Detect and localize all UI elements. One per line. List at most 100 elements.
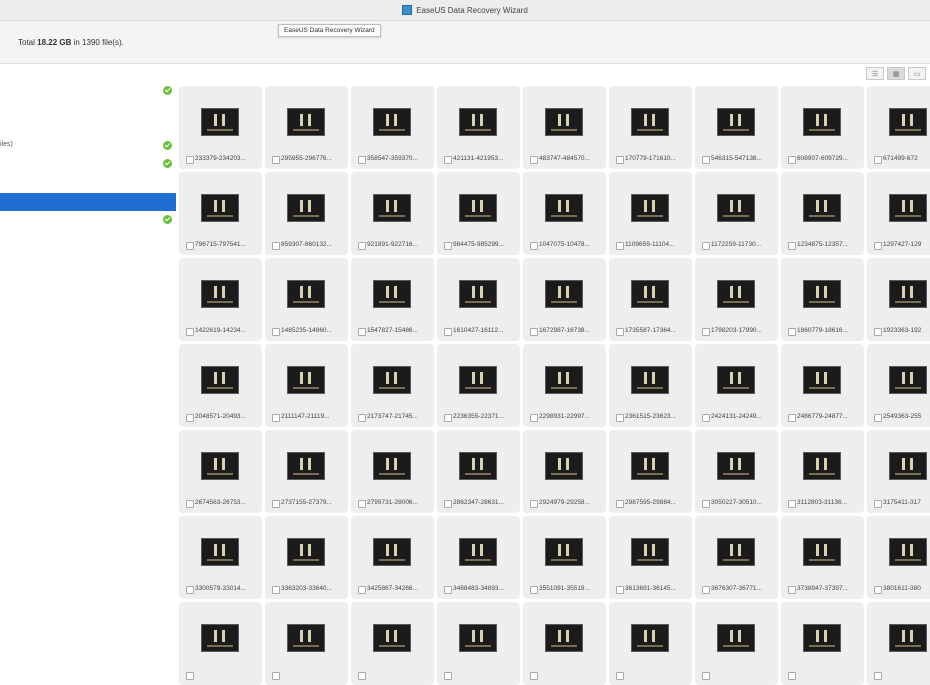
file-checkbox[interactable] (444, 242, 452, 250)
file-checkbox[interactable] (702, 586, 710, 594)
file-checkbox[interactable] (186, 328, 194, 336)
file-thumbnail[interactable]: 1735587-17364... (609, 258, 692, 341)
file-checkbox[interactable] (358, 414, 366, 422)
file-checkbox[interactable] (874, 242, 882, 250)
file-thumbnail[interactable] (179, 602, 262, 685)
list-view-icon[interactable]: ☰ (866, 67, 884, 80)
file-checkbox[interactable] (616, 586, 624, 594)
file-thumbnail[interactable]: 421131-421953... (437, 86, 520, 169)
file-checkbox[interactable] (788, 242, 796, 250)
file-checkbox[interactable] (272, 586, 280, 594)
file-checkbox[interactable] (358, 500, 366, 508)
file-checkbox[interactable] (788, 328, 796, 336)
file-thumbnail[interactable] (523, 602, 606, 685)
file-thumbnail[interactable]: 3175411-317 (867, 430, 930, 513)
file-thumbnail[interactable]: 1547827-15486... (351, 258, 434, 341)
file-thumbnail[interactable] (351, 602, 434, 685)
file-checkbox[interactable] (444, 672, 452, 680)
file-thumbnail[interactable] (265, 602, 348, 685)
file-thumbnail[interactable] (781, 602, 864, 685)
file-thumbnail[interactable] (867, 602, 930, 685)
file-thumbnail[interactable]: 921891-922716... (351, 172, 434, 255)
file-checkbox[interactable] (272, 500, 280, 508)
file-checkbox[interactable] (616, 500, 624, 508)
file-checkbox[interactable] (530, 586, 538, 594)
file-checkbox[interactable] (874, 328, 882, 336)
file-thumbnail[interactable]: 2674563-26753... (179, 430, 262, 513)
file-thumbnail[interactable]: 2424131-24249... (695, 344, 778, 427)
file-thumbnail[interactable]: 2361515-23623... (609, 344, 692, 427)
file-thumbnail[interactable]: 2236355-22371... (437, 344, 520, 427)
file-thumbnail[interactable]: 1297427-129 (867, 172, 930, 255)
file-checkbox[interactable] (272, 672, 280, 680)
file-checkbox[interactable] (788, 586, 796, 594)
file-thumbnail[interactable]: 3050227-30510... (695, 430, 778, 513)
file-thumbnail[interactable]: 170779-171610... (609, 86, 692, 169)
file-checkbox[interactable] (530, 328, 538, 336)
file-thumbnail[interactable]: 1798203-17990... (695, 258, 778, 341)
file-checkbox[interactable] (702, 156, 710, 164)
file-checkbox[interactable] (874, 414, 882, 422)
file-thumbnail[interactable]: 3363203-33640... (265, 516, 348, 599)
file-checkbox[interactable] (444, 586, 452, 594)
file-thumbnail[interactable]: 2486779-24877... (781, 344, 864, 427)
file-thumbnail[interactable]: 1610427-16112... (437, 258, 520, 341)
file-checkbox[interactable] (186, 672, 194, 680)
file-checkbox[interactable] (272, 328, 280, 336)
file-checkbox[interactable] (616, 672, 624, 680)
file-thumbnail[interactable]: 671499-672 (867, 86, 930, 169)
file-checkbox[interactable] (530, 156, 538, 164)
file-thumbnail[interactable]: 2048571-20493... (179, 344, 262, 427)
file-thumbnail[interactable]: 2737155-27379... (265, 430, 348, 513)
file-checkbox[interactable] (788, 156, 796, 164)
file-thumbnail[interactable]: 984475-985299... (437, 172, 520, 255)
file-checkbox[interactable] (874, 672, 882, 680)
file-checkbox[interactable] (530, 414, 538, 422)
file-checkbox[interactable] (874, 500, 882, 508)
file-checkbox[interactable] (358, 672, 366, 680)
file-checkbox[interactable] (186, 500, 194, 508)
file-checkbox[interactable] (358, 242, 366, 250)
file-checkbox[interactable] (358, 586, 366, 594)
file-checkbox[interactable] (272, 242, 280, 250)
file-thumbnail[interactable]: 2111147-21119... (265, 344, 348, 427)
file-thumbnail[interactable]: 1860779-18616... (781, 258, 864, 341)
file-checkbox[interactable] (186, 156, 194, 164)
file-checkbox[interactable] (702, 672, 710, 680)
file-checkbox[interactable] (530, 500, 538, 508)
file-checkbox[interactable] (444, 500, 452, 508)
file-thumbnail[interactable]: 3300579-33014... (179, 516, 262, 599)
file-checkbox[interactable] (444, 156, 452, 164)
thumbnail-view-icon[interactable]: ▦ (887, 67, 905, 80)
file-checkbox[interactable] (358, 156, 366, 164)
file-checkbox[interactable] (788, 672, 796, 680)
file-thumbnail[interactable]: 358547-359370... (351, 86, 434, 169)
file-thumbnail[interactable]: 3676307-36771... (695, 516, 778, 599)
preview-view-icon[interactable]: ▭ (908, 67, 926, 80)
file-checkbox[interactable] (444, 414, 452, 422)
file-thumbnail[interactable]: 3738947-37397... (781, 516, 864, 599)
file-thumbnail[interactable] (437, 602, 520, 685)
file-thumbnail[interactable]: 1923363-192 (867, 258, 930, 341)
file-checkbox[interactable] (186, 414, 194, 422)
file-thumbnail[interactable]: 2924979-29258... (523, 430, 606, 513)
file-checkbox[interactable] (874, 586, 882, 594)
file-thumbnail[interactable]: 1672987-16738... (523, 258, 606, 341)
file-thumbnail[interactable]: 859307-860132... (265, 172, 348, 255)
file-checkbox[interactable] (616, 242, 624, 250)
file-thumbnail[interactable]: 3551091-35519... (523, 516, 606, 599)
sidebar-item[interactable] (0, 85, 176, 97)
file-thumbnail[interactable]: 3425867-34266... (351, 516, 434, 599)
file-checkbox[interactable] (530, 672, 538, 680)
file-thumbnail[interactable]: 3488483-34893... (437, 516, 520, 599)
file-thumbnail[interactable]: 233379-234203... (179, 86, 262, 169)
file-thumbnail[interactable]: 2298931-22997... (523, 344, 606, 427)
file-checkbox[interactable] (186, 242, 194, 250)
file-checkbox[interactable] (272, 156, 280, 164)
file-thumbnail[interactable]: 2549363-255 (867, 344, 930, 427)
file-thumbnail[interactable]: 1047075-10478... (523, 172, 606, 255)
file-thumbnail[interactable]: 2173747-21745... (351, 344, 434, 427)
file-thumbnail[interactable]: 608907-609729... (781, 86, 864, 169)
file-thumbnail[interactable]: 2987595-29884... (609, 430, 692, 513)
file-checkbox[interactable] (874, 156, 882, 164)
